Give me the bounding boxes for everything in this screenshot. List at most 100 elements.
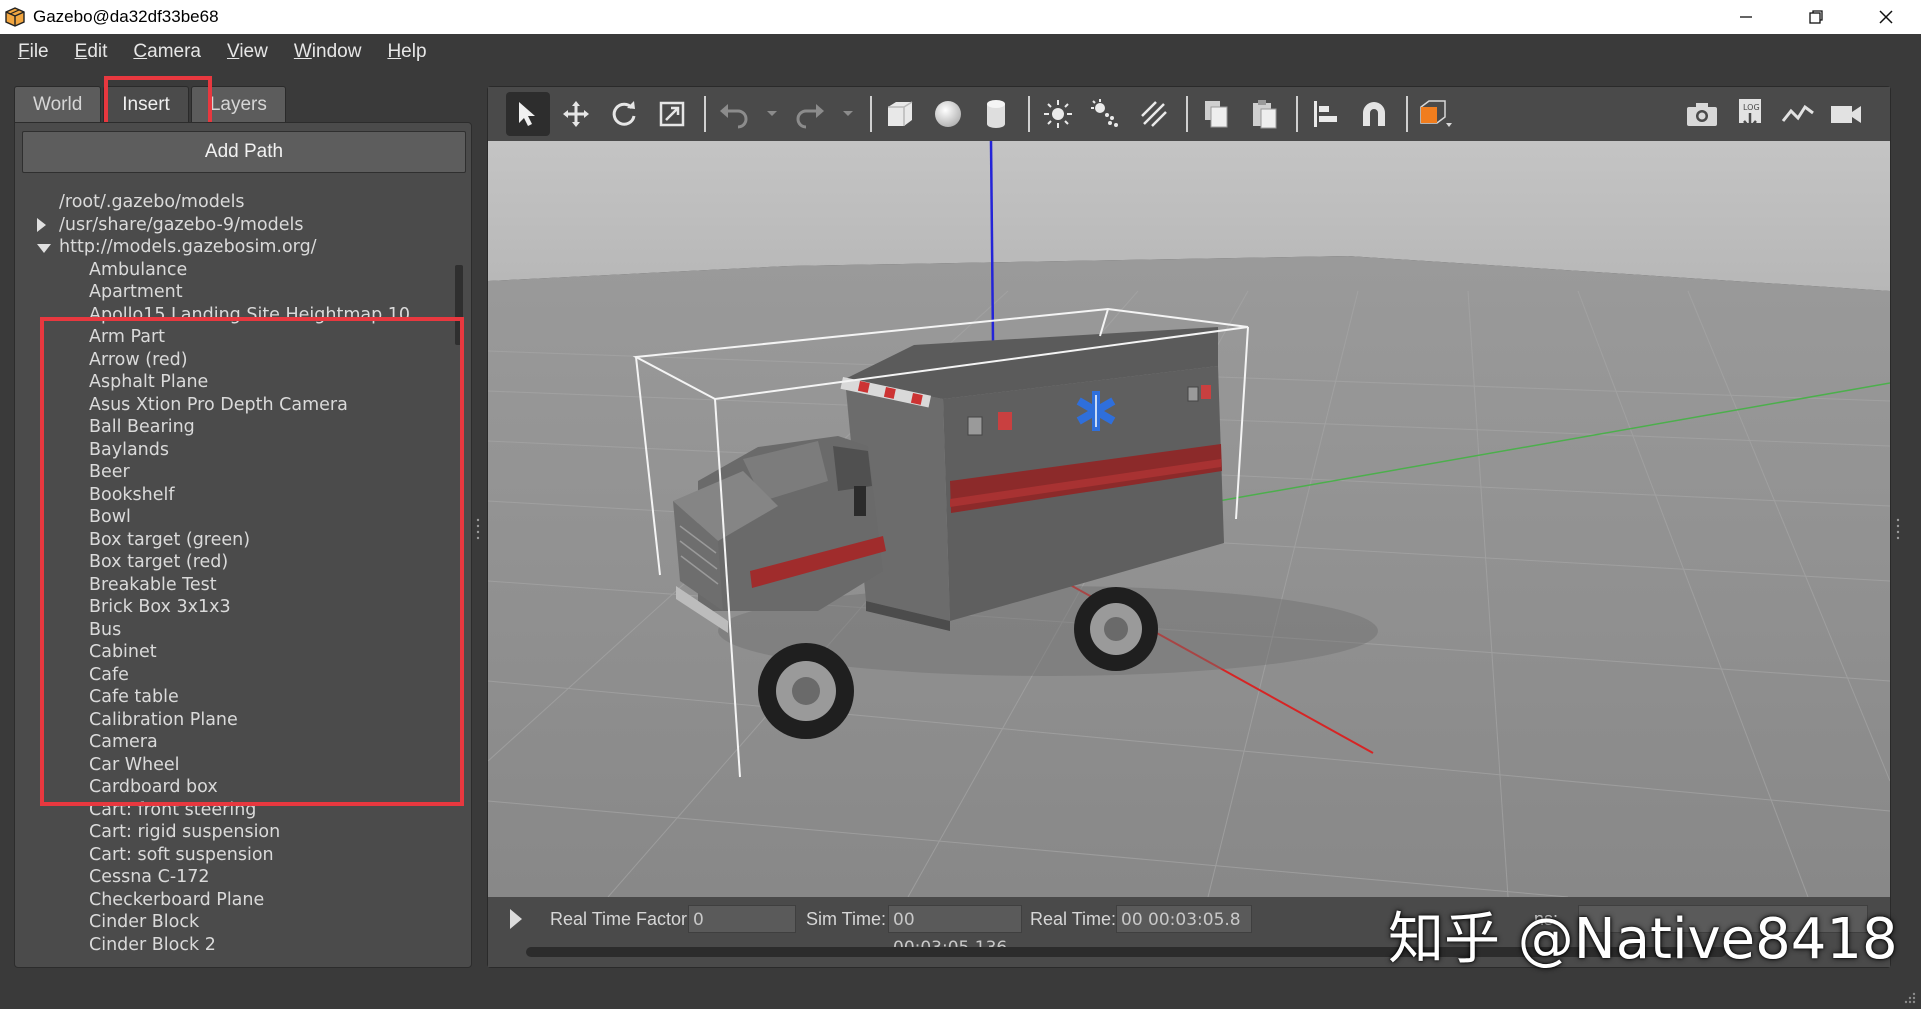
tab-layers[interactable]: Layers: [190, 86, 286, 122]
tab-world[interactable]: World: [14, 86, 102, 122]
view-angle-button[interactable]: [1414, 92, 1458, 136]
model-list-item[interactable]: Cafe table: [89, 686, 179, 709]
sphere-shape-icon: [935, 101, 961, 127]
expand-right-icon[interactable]: [37, 217, 46, 232]
point-light-button[interactable]: [1036, 92, 1080, 136]
model-list-item[interactable]: Asphalt Plane: [89, 371, 208, 394]
paste-button[interactable]: [1242, 92, 1286, 136]
model-list-item[interactable]: Apartment: [89, 281, 183, 304]
minimize-icon: [1740, 16, 1752, 18]
toolbar-separator: [1296, 96, 1298, 132]
sim-time-label: Sim Time:: [806, 909, 887, 929]
box-shape-button[interactable]: [878, 92, 922, 136]
chevron-down-icon: [843, 111, 853, 116]
model-list-item[interactable]: Cardboard box: [89, 776, 218, 799]
toolbar-separator: [704, 96, 706, 132]
model-path-item[interactable]: /usr/share/gazebo-9/models: [59, 214, 303, 237]
model-list-item[interactable]: Bookshelf: [89, 484, 175, 507]
toolbar-separator: [1028, 96, 1030, 132]
model-list-item[interactable]: Breakable Test: [89, 574, 217, 597]
model-list-item[interactable]: Cafe: [89, 664, 129, 687]
panel-tabs: World Insert Layers: [14, 86, 288, 122]
play-pause-icon[interactable]: [510, 909, 522, 929]
model-list-item[interactable]: Cart: rigid suspension: [89, 821, 280, 844]
panel-splitter-handle[interactable]: [476, 516, 480, 544]
model-list-item[interactable]: Asus Xtion Pro Depth Camera: [89, 394, 348, 417]
add-path-button[interactable]: Add Path: [22, 131, 466, 173]
sim-time-value: 00 00:03:05.136: [888, 905, 1022, 958]
redo-history-button[interactable]: [836, 92, 860, 136]
model-list-item[interactable]: Calibration Plane: [89, 709, 238, 732]
model-list-item[interactable]: Beer: [89, 461, 130, 484]
model-list-item[interactable]: Apollo15 Landing Site Heightmap 10...: [89, 304, 427, 327]
menu-edit[interactable]: Edit: [65, 41, 118, 63]
translate-mode-button[interactable]: [554, 92, 598, 136]
directional-light-button[interactable]: [1132, 92, 1176, 136]
model-list-item[interactable]: Cinder Block 2: [89, 934, 216, 957]
model-list-item[interactable]: Cabinet: [89, 641, 157, 664]
record-video-button[interactable]: [1824, 92, 1868, 136]
model-list-item[interactable]: Brick Box 3x1x3: [89, 596, 231, 619]
model-list-item[interactable]: Ambulance: [89, 259, 187, 282]
paste-icon: [1253, 100, 1277, 129]
copy-icon: [1205, 101, 1228, 128]
model-list-item[interactable]: Checkerboard Plane: [89, 889, 264, 912]
toolbar-separator: [1406, 96, 1408, 132]
copy-button[interactable]: [1194, 92, 1238, 136]
log-button[interactable]: LOG: [1728, 92, 1772, 136]
spot-light-button[interactable]: [1084, 92, 1128, 136]
model-list-item[interactable]: Cessna C-172: [89, 866, 210, 889]
menu-file[interactable]: File: [8, 41, 59, 63]
model-list-item[interactable]: Arm Part: [89, 326, 165, 349]
svg-text:LOG: LOG: [1743, 103, 1760, 112]
cylinder-shape-button[interactable]: [974, 92, 1018, 136]
rotate-mode-icon: [612, 101, 636, 126]
plot-button[interactable]: [1776, 92, 1820, 136]
plot-icon: [1781, 104, 1814, 122]
model-list-item[interactable]: Bus: [89, 619, 121, 642]
insert-panel: Add Path /root/.gazebo/models/usr/share/…: [14, 122, 472, 968]
real-time-label: Real Time:: [1030, 909, 1117, 929]
model-list-item[interactable]: Cart: soft suspension: [89, 844, 274, 867]
rear-wheel: [1074, 587, 1158, 671]
model-list-item[interactable]: Baylands: [89, 439, 169, 462]
redo-button[interactable]: [788, 92, 832, 136]
scale-mode-button[interactable]: [650, 92, 694, 136]
menu-view[interactable]: View: [217, 41, 278, 63]
model-list-item[interactable]: Box target (red): [89, 551, 228, 574]
model-list-item[interactable]: Cart: front steering: [89, 799, 256, 822]
tab-insert[interactable]: Insert: [103, 86, 189, 122]
model-list-item[interactable]: Box target (green): [89, 529, 250, 552]
undo-button[interactable]: [712, 92, 756, 136]
rotate-mode-button[interactable]: [602, 92, 646, 136]
screenshot-button[interactable]: [1680, 92, 1724, 136]
undo-history-button[interactable]: [760, 92, 784, 136]
directional-light-icon: [1141, 101, 1167, 127]
menu-camera[interactable]: Camera: [123, 41, 211, 63]
sphere-shape-button[interactable]: [926, 92, 970, 136]
model-list-item[interactable]: Ball Bearing: [89, 416, 195, 439]
model-path-item[interactable]: /root/.gazebo/models: [59, 191, 245, 214]
select-mode-button[interactable]: [506, 92, 550, 136]
model-list-item[interactable]: Bowl: [89, 506, 131, 529]
menu-window[interactable]: Window: [284, 41, 372, 63]
expand-down-icon[interactable]: [37, 244, 51, 253]
real-time-value: 00 00:03:05.8: [1116, 905, 1252, 933]
resize-grip-icon[interactable]: [1901, 989, 1917, 1005]
title-bar: Gazebo@da32df33be68: [0, 0, 1921, 34]
3d-viewport[interactable]: [488, 141, 1890, 897]
model-path-item[interactable]: http://models.gazebosim.org/: [59, 236, 317, 259]
model-list-item[interactable]: Arrow (red): [89, 349, 188, 372]
align-icon: [1314, 101, 1337, 127]
model-list-item[interactable]: Cinder Block: [89, 911, 199, 934]
menu-help[interactable]: Help: [377, 41, 436, 63]
minimize-button[interactable]: [1711, 0, 1781, 34]
align-button[interactable]: [1304, 92, 1348, 136]
snap-button[interactable]: [1352, 92, 1396, 136]
model-list-item[interactable]: Car Wheel: [89, 754, 180, 777]
model-list-item[interactable]: Camera: [89, 731, 158, 754]
close-button[interactable]: [1851, 0, 1921, 34]
restore-button[interactable]: [1781, 0, 1851, 34]
tree-scrollbar[interactable]: [455, 265, 463, 345]
right-splitter-handle[interactable]: [1896, 516, 1900, 544]
